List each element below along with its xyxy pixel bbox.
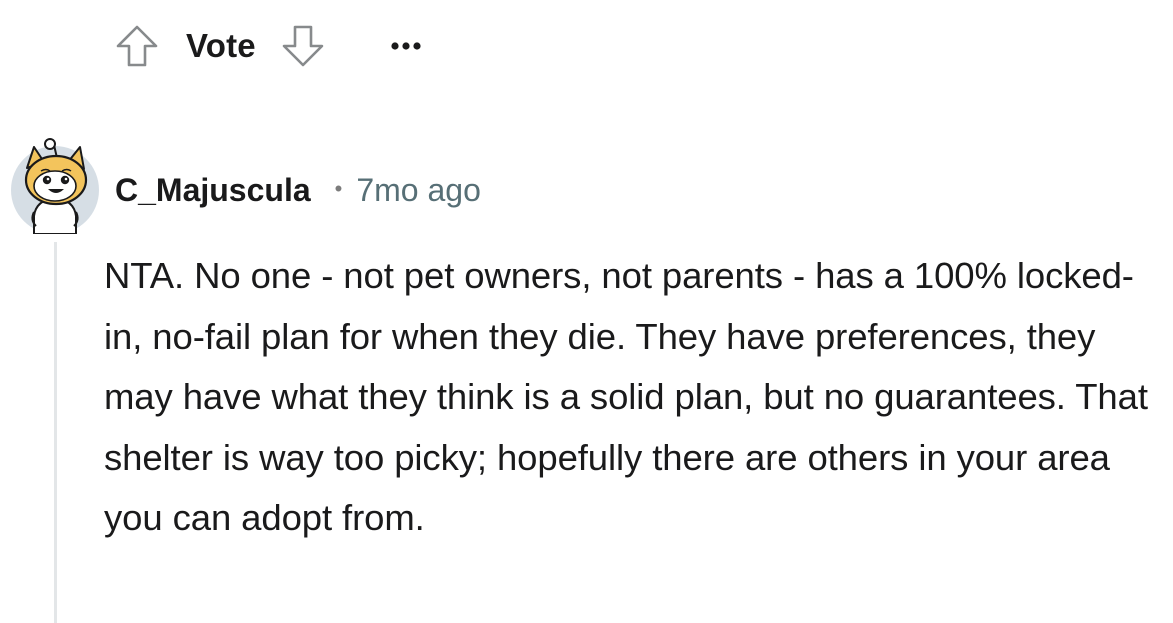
comment-timestamp[interactable]: 7mo ago [356, 172, 481, 209]
snoo-avatar-icon [11, 138, 99, 235]
meta-separator: • [334, 176, 343, 201]
thread-line[interactable] [54, 242, 57, 623]
vote-bar: Vote [112, 18, 426, 74]
vote-label: Vote [186, 27, 256, 64]
ellipsis-horizontal-icon [391, 42, 421, 50]
comment-author[interactable]: C_Majuscula [115, 172, 311, 209]
arrow-down-outline-icon [282, 25, 324, 67]
more-options-button[interactable] [386, 26, 426, 66]
upvote-button[interactable] [112, 21, 162, 71]
arrow-up-outline-icon [116, 25, 158, 67]
downvote-button[interactable] [278, 21, 328, 71]
comment-body: NTA. No one - not pet owners, not parent… [104, 255, 1148, 538]
comment-header: C_Majuscula • 7mo ago [115, 163, 481, 217]
avatar[interactable] [10, 138, 100, 235]
